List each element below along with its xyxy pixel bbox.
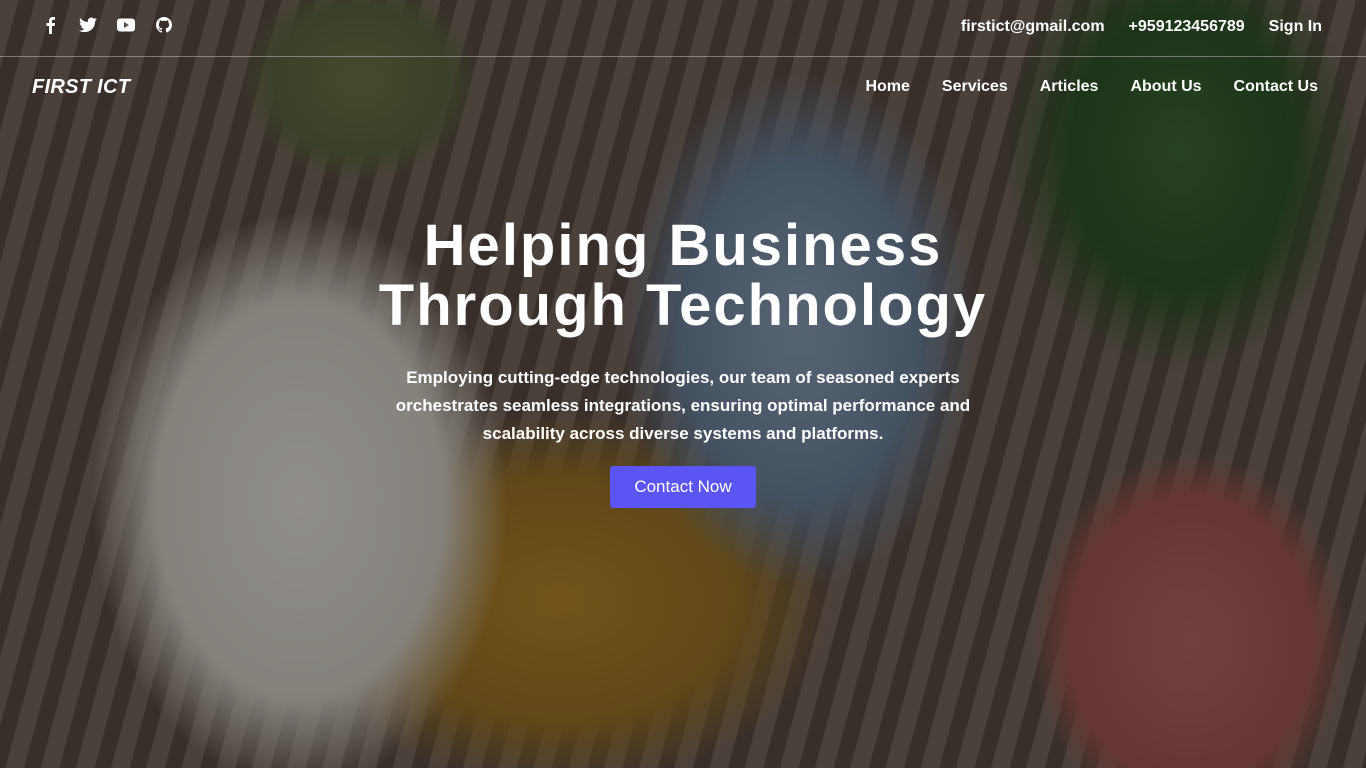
nav-item-home[interactable]: Home bbox=[865, 78, 909, 96]
brand-logo[interactable]: FIRST ICT bbox=[32, 76, 130, 99]
nav-item-services[interactable]: Services bbox=[942, 78, 1008, 96]
main-nav: FIRST ICT Home Services Articles About U… bbox=[0, 57, 1366, 119]
nav-menu: Home Services Articles About Us Contact … bbox=[865, 78, 1318, 96]
youtube-icon[interactable] bbox=[116, 15, 136, 35]
hero-headline: Helping Business Through Technology bbox=[378, 213, 988, 338]
github-icon[interactable] bbox=[154, 15, 174, 35]
contact-info: firstict@gmail.com +959123456789 Sign In bbox=[961, 18, 1322, 36]
contact-now-button[interactable]: Contact Now bbox=[610, 466, 756, 508]
email-link[interactable]: firstict@gmail.com bbox=[961, 18, 1105, 36]
nav-item-articles[interactable]: Articles bbox=[1040, 78, 1099, 96]
hero-subtext: Employing cutting-edge technologies, our… bbox=[395, 368, 971, 443]
signin-link[interactable]: Sign In bbox=[1269, 18, 1322, 36]
phone-link[interactable]: +959123456789 bbox=[1129, 18, 1245, 36]
nav-item-contact-us[interactable]: Contact Us bbox=[1234, 78, 1318, 96]
nav-item-about-us[interactable]: About Us bbox=[1130, 78, 1201, 96]
top-bar: firstict@gmail.com +959123456789 Sign In bbox=[0, 0, 1366, 57]
twitter-icon[interactable] bbox=[78, 15, 98, 35]
facebook-icon[interactable] bbox=[40, 15, 60, 35]
hero-content: Helping Business Through Technology Empl… bbox=[0, 216, 1366, 508]
social-links bbox=[40, 15, 174, 35]
hero-section: firstict@gmail.com +959123456789 Sign In… bbox=[0, 0, 1366, 768]
